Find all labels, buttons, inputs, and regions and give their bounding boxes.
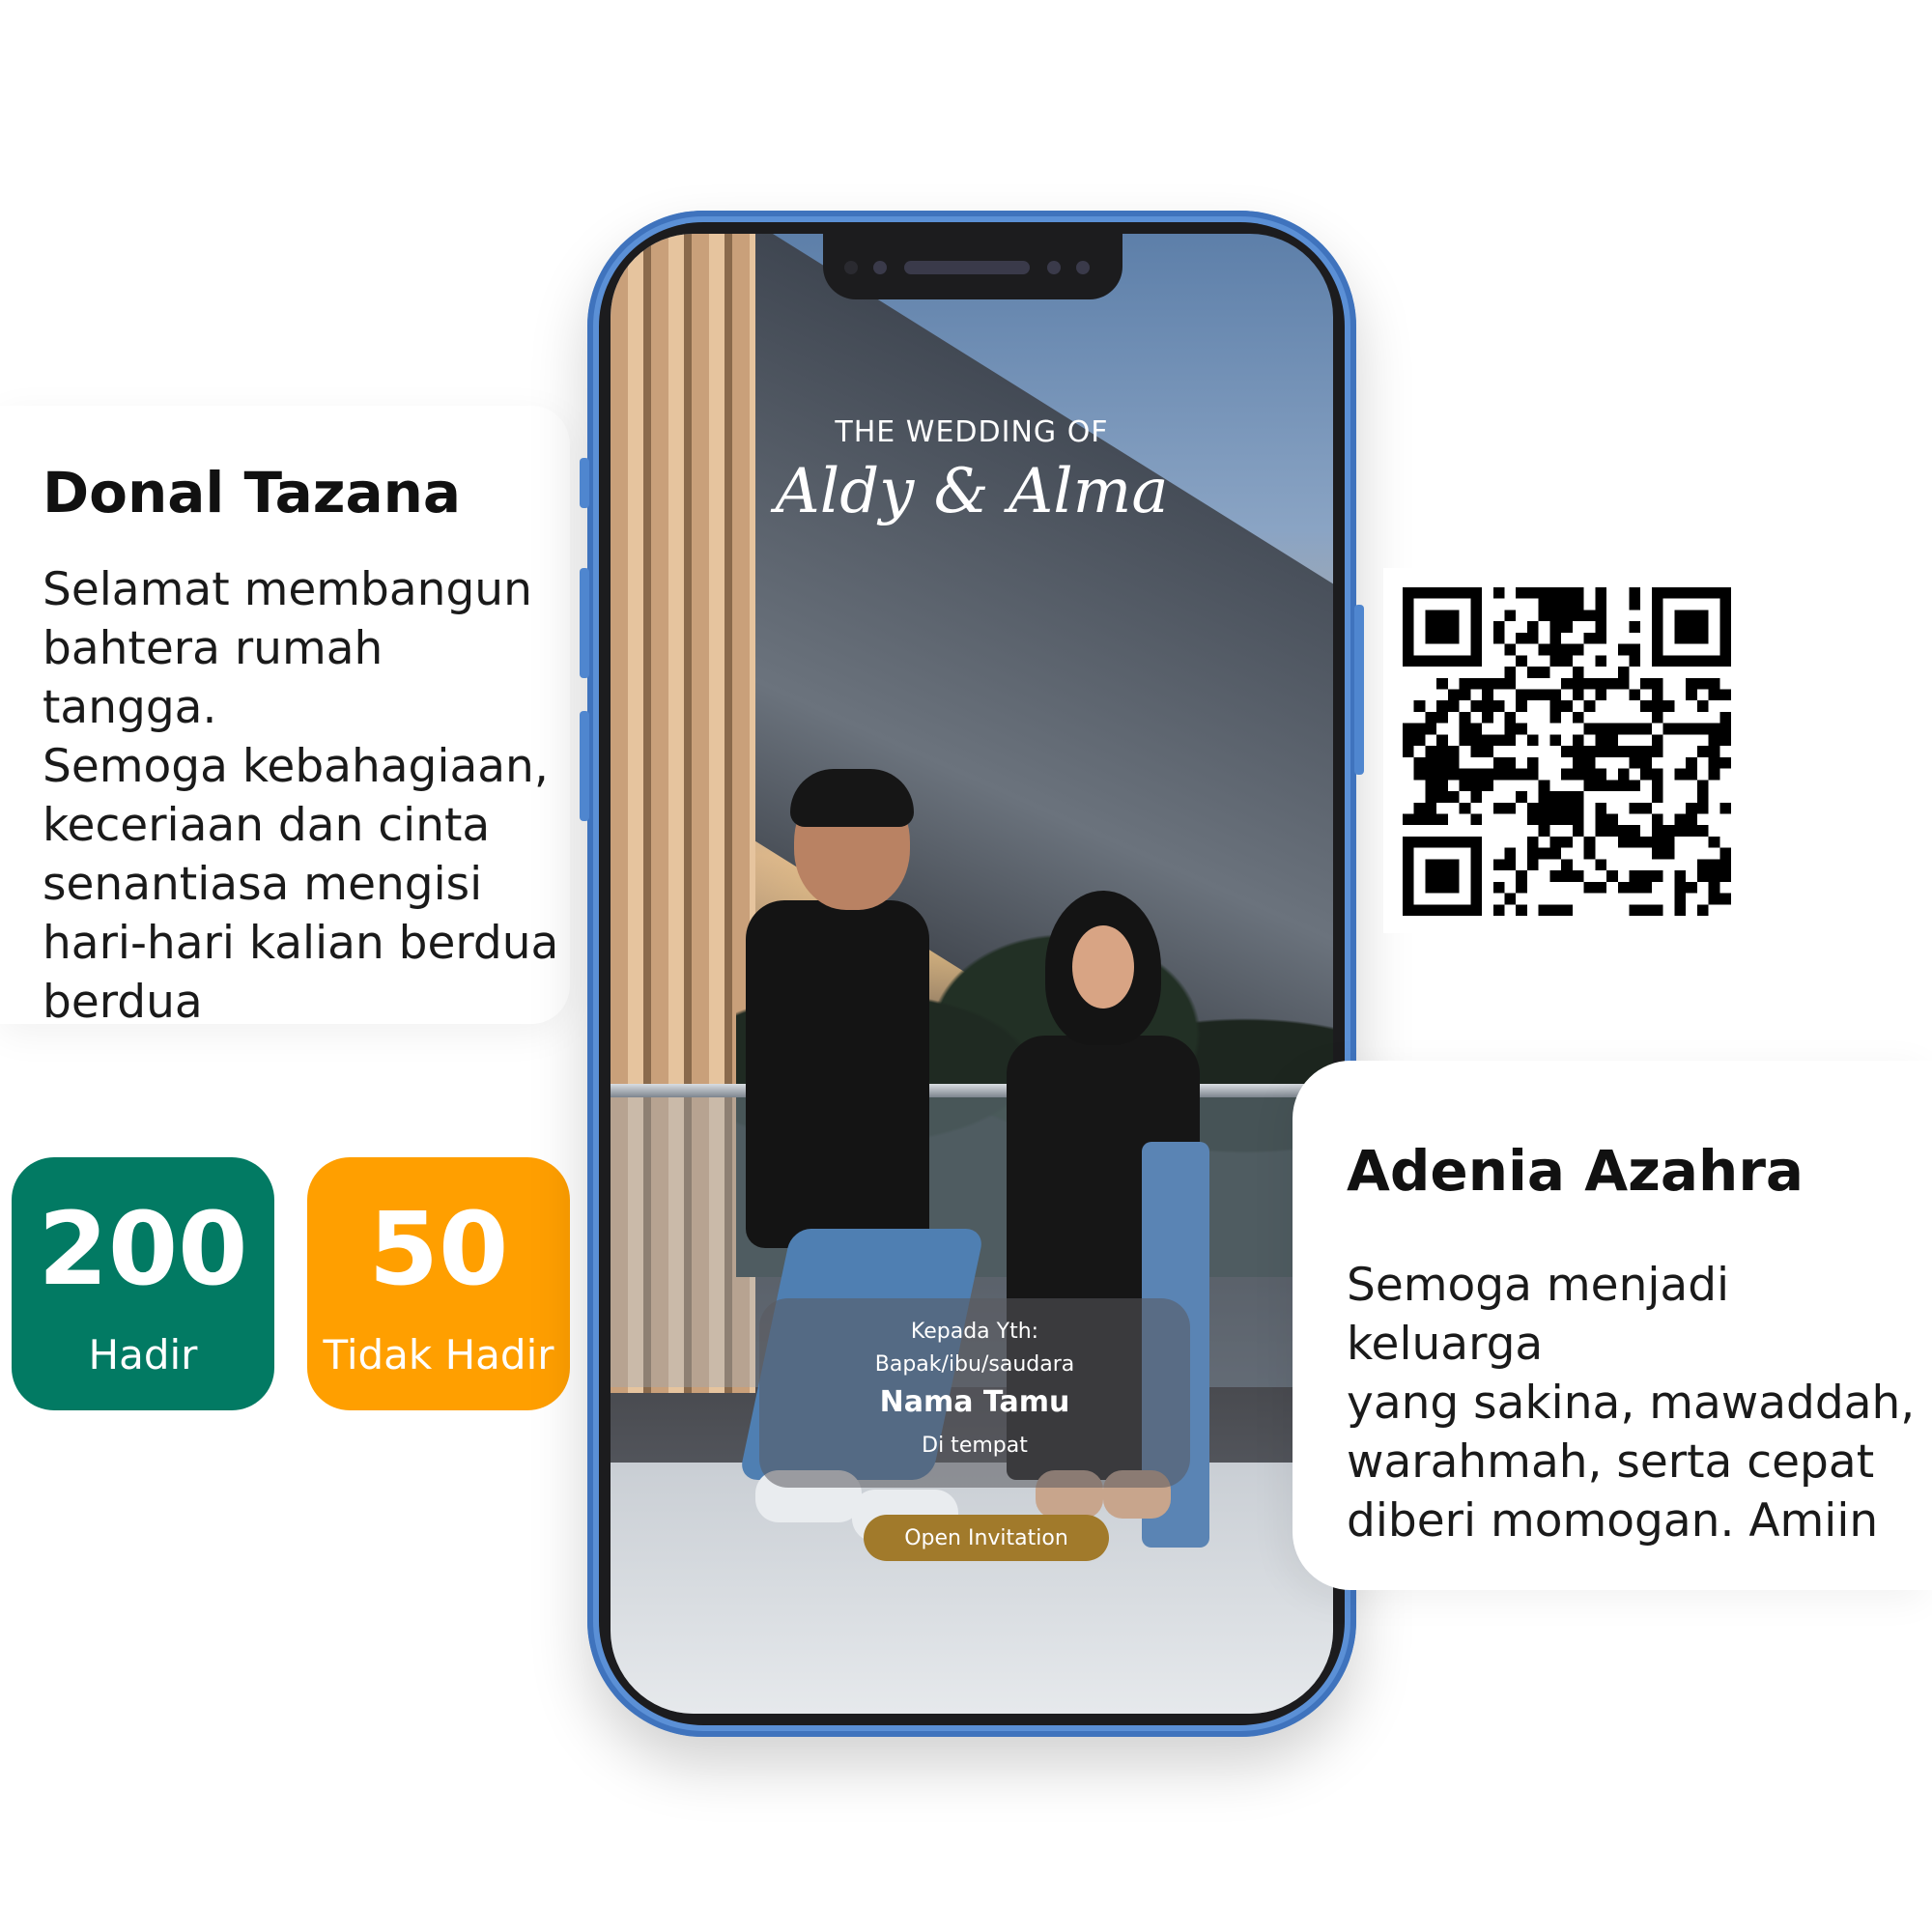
- stat-tidak-hadir-count: 50: [368, 1190, 509, 1308]
- wish-line: Selamat membangun: [43, 563, 532, 616]
- wish-line: Semoga menjadi keluarga: [1347, 1259, 1730, 1371]
- phone-mute-switch: [580, 458, 589, 508]
- couple-names: Aldy & Alma: [775, 456, 1169, 527]
- phone-notch: [823, 234, 1122, 299]
- invitation-heading: THE WEDDING OF: [835, 415, 1109, 449]
- guest-to-line: Kepada Yth:: [910, 1320, 1039, 1344]
- guest-place: Di tempat: [922, 1434, 1028, 1458]
- qr-code-icon: [1403, 587, 1731, 916]
- guest-salutation: Bapak/ibu/saudara: [874, 1352, 1075, 1377]
- wish-line: diberi momogan. Amiin: [1347, 1494, 1879, 1548]
- wish-message: Semoga menjadi keluarga yang sakina, maw…: [1347, 1256, 1932, 1550]
- wish-author-name: Adenia Azahra: [1347, 1138, 1804, 1204]
- wish-line: senantiasa mengisi: [43, 858, 483, 911]
- guest-name: Nama Tamu: [879, 1385, 1070, 1419]
- stat-tidak-hadir: 50 Tidak Hadir: [307, 1157, 570, 1410]
- earpiece-speaker: [904, 261, 1030, 274]
- wish-line: yang sakina, mawaddah,: [1347, 1377, 1916, 1430]
- sensor-icon: [873, 261, 887, 274]
- wish-line: hari-hari kalian berdua: [43, 917, 559, 970]
- phone-volume-up: [580, 568, 589, 678]
- stat-hadir-count: 200: [38, 1190, 248, 1308]
- wish-line: bahtera rumah tangga.: [43, 622, 384, 734]
- wish-message: Selamat membangun bahtera rumah tangga. …: [43, 560, 570, 1032]
- open-invitation-button[interactable]: Open Invitation: [864, 1515, 1109, 1561]
- wish-line: berdua: [43, 976, 203, 1029]
- front-camera-icon: [844, 261, 858, 274]
- phone-mockup: THE WEDDING OF Aldy & Alma Kepada Yth: B…: [580, 211, 1364, 1737]
- phone-screen: THE WEDDING OF Aldy & Alma Kepada Yth: B…: [611, 234, 1333, 1714]
- stat-hadir: 200 Hadir: [12, 1157, 274, 1410]
- wish-line: Semoga kebahagiaan,: [43, 740, 549, 793]
- stat-tidak-hadir-label: Tidak Hadir: [323, 1331, 554, 1378]
- wish-line: keceriaan dan cinta: [43, 799, 491, 852]
- wish-card-adenia: Adenia Azahra Semoga menjadi keluarga ya…: [1293, 1061, 1932, 1590]
- phone-volume-down: [580, 711, 589, 821]
- qr-card: [1383, 568, 1737, 933]
- stat-hadir-label: Hadir: [88, 1331, 198, 1378]
- wish-card-donal: Donal Tazana Selamat membangun bahtera r…: [0, 406, 570, 1029]
- sensor-icon: [1047, 261, 1061, 274]
- wish-author-name: Donal Tazana: [43, 460, 462, 526]
- wish-line: warahmah, serta cepat: [1347, 1435, 1875, 1489]
- guest-card: Kepada Yth: Bapak/ibu/saudara Nama Tamu …: [759, 1298, 1190, 1488]
- sensor-icon: [1076, 261, 1090, 274]
- phone-power-button: [1354, 605, 1364, 775]
